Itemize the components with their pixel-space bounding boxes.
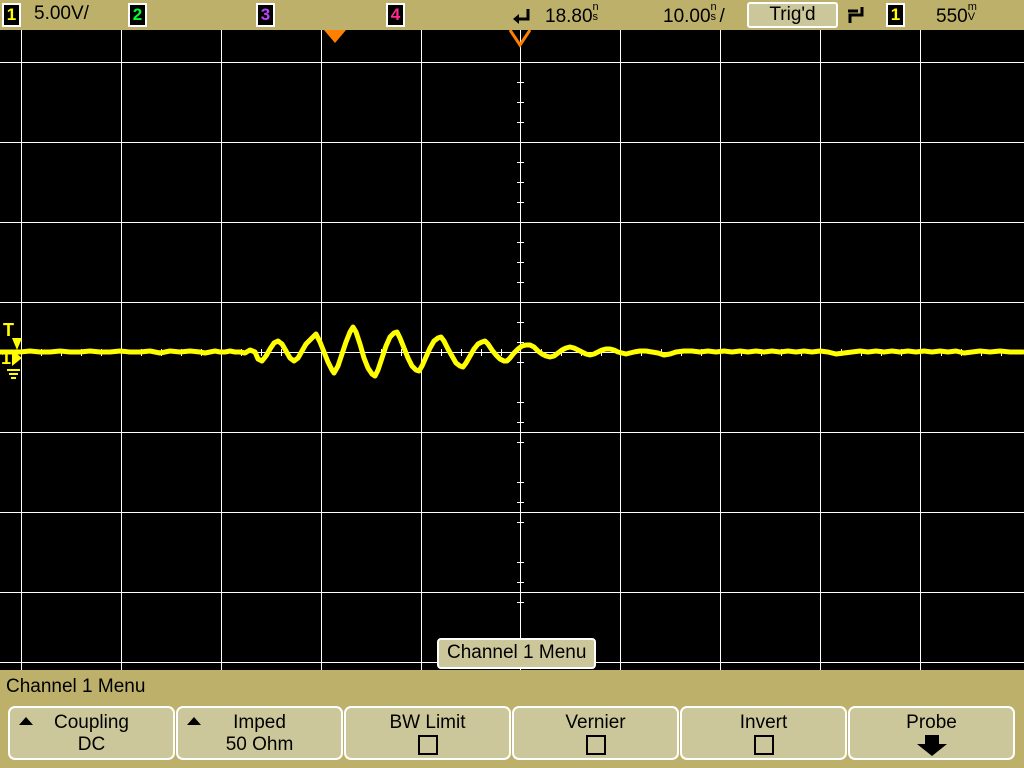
- timebase-suffix: /: [719, 6, 725, 27]
- delay-value[interactable]: 18.80 n s: [545, 1, 602, 28]
- softkey-coupling-label: Coupling: [54, 712, 129, 733]
- softkey-impedance[interactable]: Imped 50 Ohm: [176, 706, 343, 760]
- oscilloscope-screen: 1 5.00V/ 2 3 4 18.80 n s 10.00 n s / Trig'd 1…: [0, 0, 1024, 768]
- top-status-bar: 1 5.00V/ 2 3 4 18.80 n s 10.00 n s / Trig'd 1…: [0, 0, 1024, 30]
- timebase-unit: ns: [710, 1, 717, 23]
- softkey-impedance-value: 50 Ohm: [225, 734, 294, 755]
- channel-1-ground-marker[interactable]: 1: [0, 342, 26, 382]
- vernier-checkbox[interactable]: [585, 735, 606, 755]
- softkey-invert[interactable]: Invert: [680, 706, 847, 760]
- bw-limit-checkbox[interactable]: [417, 735, 438, 755]
- channel-4-indicator[interactable]: 4: [386, 3, 405, 27]
- trigger-level-value[interactable]: 550 m V: [936, 1, 977, 28]
- timebase-number: 10.00: [663, 6, 711, 27]
- submenu-down-arrow-icon: [916, 735, 947, 756]
- delay-number: 18.80: [545, 6, 593, 27]
- channel-menu-tooltip: Channel 1 Menu: [437, 638, 597, 669]
- channel-3-indicator[interactable]: 3: [256, 3, 275, 27]
- trigger-level-number: 550: [936, 6, 968, 27]
- channel-1-trace: [0, 324, 1024, 379]
- timebase-value[interactable]: 10.00 n s /: [663, 1, 725, 28]
- softkey-probe[interactable]: Probe: [848, 706, 1015, 760]
- softkey-impedance-label: Imped: [233, 712, 286, 733]
- rising-edge-icon[interactable]: [848, 6, 864, 24]
- invert-checkbox[interactable]: [753, 735, 774, 755]
- delay-reference-icon: [513, 9, 530, 24]
- svg-text:T: T: [3, 320, 14, 340]
- trigger-status-badge[interactable]: Trig'd: [747, 2, 838, 28]
- softkey-coupling-value: DC: [77, 734, 106, 755]
- channel-2-indicator[interactable]: 2: [128, 3, 147, 27]
- trigger-position-marker[interactable]: [509, 30, 531, 48]
- softkey-vernier-label: Vernier: [565, 712, 626, 733]
- trigger-source-indicator[interactable]: 1: [886, 3, 905, 27]
- softkey-bw-limit[interactable]: BW Limit: [344, 706, 511, 760]
- channel-1-indicator[interactable]: 1: [2, 3, 21, 27]
- trigger-level-unit: mV: [967, 1, 977, 23]
- delay-reference-marker[interactable]: [324, 30, 346, 44]
- softkey-vernier[interactable]: Vernier: [512, 706, 679, 760]
- channel-1-volts-per-div[interactable]: 5.00V/: [34, 3, 89, 25]
- menu-title: Channel 1 Menu: [6, 676, 146, 697]
- waveform-graticule[interactable]: T 1 Channel 1 Menu: [0, 30, 1024, 670]
- delay-unit: ns: [592, 1, 599, 23]
- softkey-bw-limit-label: BW Limit: [389, 712, 466, 733]
- softkey-coupling[interactable]: Coupling DC: [8, 706, 175, 760]
- svg-text:1: 1: [1, 348, 11, 368]
- softkey-invert-label: Invert: [739, 712, 788, 733]
- softkey-probe-label: Probe: [906, 712, 957, 733]
